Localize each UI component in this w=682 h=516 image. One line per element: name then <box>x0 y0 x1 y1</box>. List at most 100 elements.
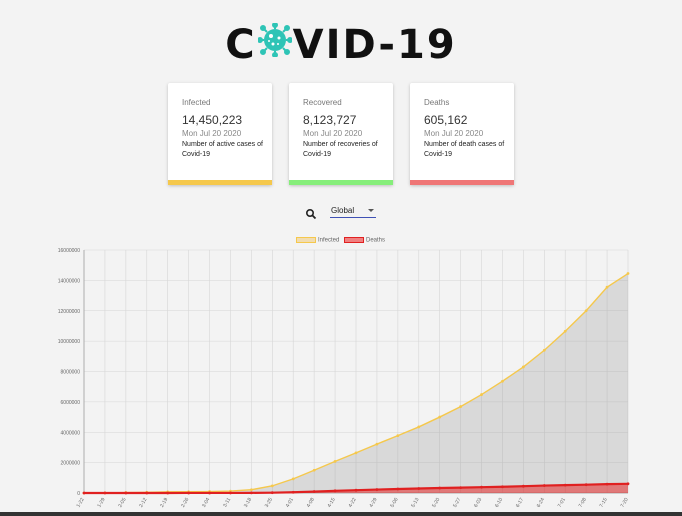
data-point-deaths <box>124 491 128 495</box>
y-tick-label: 6000000 <box>61 400 81 406</box>
legend-label: Deaths <box>366 237 386 244</box>
card-color-bar <box>410 180 514 185</box>
x-tick-label: 2-12 <box>138 497 148 509</box>
card-value: 14,450,223 <box>182 113 243 127</box>
x-tick-label: 5-06 <box>389 497 399 509</box>
data-point-infected <box>542 348 546 352</box>
legend-item-infected[interactable]: Infected <box>296 237 339 244</box>
y-tick-label: 14000000 <box>58 278 80 284</box>
data-point-deaths <box>208 491 211 495</box>
card-infected: Infected 14,450,223 Mon Jul 20 2020 Numb… <box>168 83 272 185</box>
x-tick-label: 6-03 <box>473 497 483 509</box>
data-point-deaths <box>480 485 483 489</box>
y-tick-label: 16000000 <box>58 248 80 254</box>
x-tick-label: 5-27 <box>452 497 462 509</box>
data-point-deaths <box>270 491 274 495</box>
data-point-infected <box>291 477 295 481</box>
card-date: Mon Jul 20 2020 <box>303 129 363 138</box>
data-point-infected <box>270 484 274 488</box>
data-point-deaths <box>291 490 295 494</box>
x-tick-label: 4-08 <box>306 497 316 509</box>
x-tick-label: 5-20 <box>431 497 441 509</box>
data-point-infected <box>375 442 379 446</box>
data-point-infected <box>312 468 316 472</box>
y-tick-label: 4000000 <box>61 430 81 436</box>
data-point-deaths <box>103 491 107 495</box>
x-tick-label: 4-15 <box>327 497 337 509</box>
x-tick-label: 2-26 <box>180 497 190 509</box>
x-tick-label: 6-10 <box>494 497 504 509</box>
data-point-deaths <box>354 488 358 492</box>
legend-item-deaths[interactable]: Deaths <box>344 237 385 244</box>
y-tick-label: 2000000 <box>61 461 81 467</box>
card-label: Infected <box>182 98 211 107</box>
card-value: 605,162 <box>424 113 468 127</box>
x-tick-label: 3-18 <box>243 497 253 509</box>
data-point-deaths <box>396 487 400 491</box>
country-select[interactable]: Global <box>330 204 376 218</box>
title-left: C <box>225 22 257 68</box>
card-color-bar <box>168 180 272 185</box>
y-tick-label: 0 <box>77 491 80 497</box>
y-tick-label: 8000000 <box>61 370 81 376</box>
data-point-infected <box>354 451 358 455</box>
data-point-deaths <box>333 489 337 493</box>
legend-swatch <box>296 237 316 243</box>
y-tick-label: 12000000 <box>58 309 80 315</box>
app-title: C VID-19 <box>0 22 682 70</box>
card-date: Mon Jul 20 2020 <box>424 129 484 138</box>
data-point-deaths <box>584 483 588 487</box>
x-tick-label: 7-20 <box>620 497 630 509</box>
data-point-deaths <box>312 490 316 493</box>
data-point-infected <box>438 415 442 419</box>
data-point-deaths <box>249 491 253 495</box>
x-tick-label: 1-29 <box>96 497 106 509</box>
search-icon[interactable] <box>305 207 317 225</box>
card-color-bar <box>289 180 393 185</box>
data-point-infected <box>249 488 253 492</box>
card-date: Mon Jul 20 2020 <box>182 129 242 138</box>
x-tick-label: 5-13 <box>410 497 420 509</box>
coronavirus-icon <box>256 21 293 67</box>
x-tick-label: 6-17 <box>515 497 525 509</box>
card-label: Deaths <box>424 98 450 107</box>
x-tick-label: 2-19 <box>159 497 169 509</box>
x-tick-label: 1-22 <box>76 497 86 509</box>
data-point-infected <box>521 365 525 369</box>
x-tick-label: 7-08 <box>578 497 588 509</box>
data-point-infected <box>626 272 630 275</box>
x-tick-label: 4-01 <box>285 497 295 509</box>
x-tick-label: 4-22 <box>348 497 358 509</box>
x-tick-label: 3-04 <box>201 497 211 509</box>
data-point-infected <box>584 309 588 313</box>
data-point-infected <box>459 405 463 408</box>
data-point-infected <box>501 379 504 383</box>
data-point-deaths <box>626 482 630 486</box>
data-point-infected <box>417 425 421 429</box>
cases-chart: 0 2000000 4000000 6000000 8000000 10000000 120… <box>58 248 630 509</box>
data-point-deaths <box>166 491 170 495</box>
chevron-down-icon <box>368 209 374 212</box>
data-point-deaths <box>438 486 442 490</box>
data-point-infected <box>480 393 483 396</box>
card-label: Recovered <box>303 98 342 107</box>
card-value: 8,123,727 <box>303 113 357 127</box>
data-point-infected <box>605 285 609 289</box>
card-recovered: Recovered 8,123,727 Mon Jul 20 2020 Numb… <box>289 83 393 185</box>
title-right: VID-19 <box>292 22 457 68</box>
x-tick-label: 2-05 <box>117 497 127 509</box>
country-select-value: Global <box>331 206 355 215</box>
legend-swatch <box>344 237 364 243</box>
data-point-deaths <box>563 483 567 487</box>
data-point-deaths <box>417 487 421 490</box>
data-point-infected <box>396 434 400 437</box>
x-tick-label: 7-01 <box>557 497 567 509</box>
data-point-infected <box>333 460 337 463</box>
data-point-deaths <box>145 491 149 495</box>
data-point-deaths <box>542 484 546 487</box>
data-point-deaths <box>82 491 86 495</box>
card-description: Number of active cases of Covid-19 <box>182 141 263 158</box>
data-point-deaths <box>375 488 379 491</box>
x-tick-label: 7-15 <box>599 497 609 509</box>
bottom-scrollbar[interactable] <box>0 512 682 516</box>
